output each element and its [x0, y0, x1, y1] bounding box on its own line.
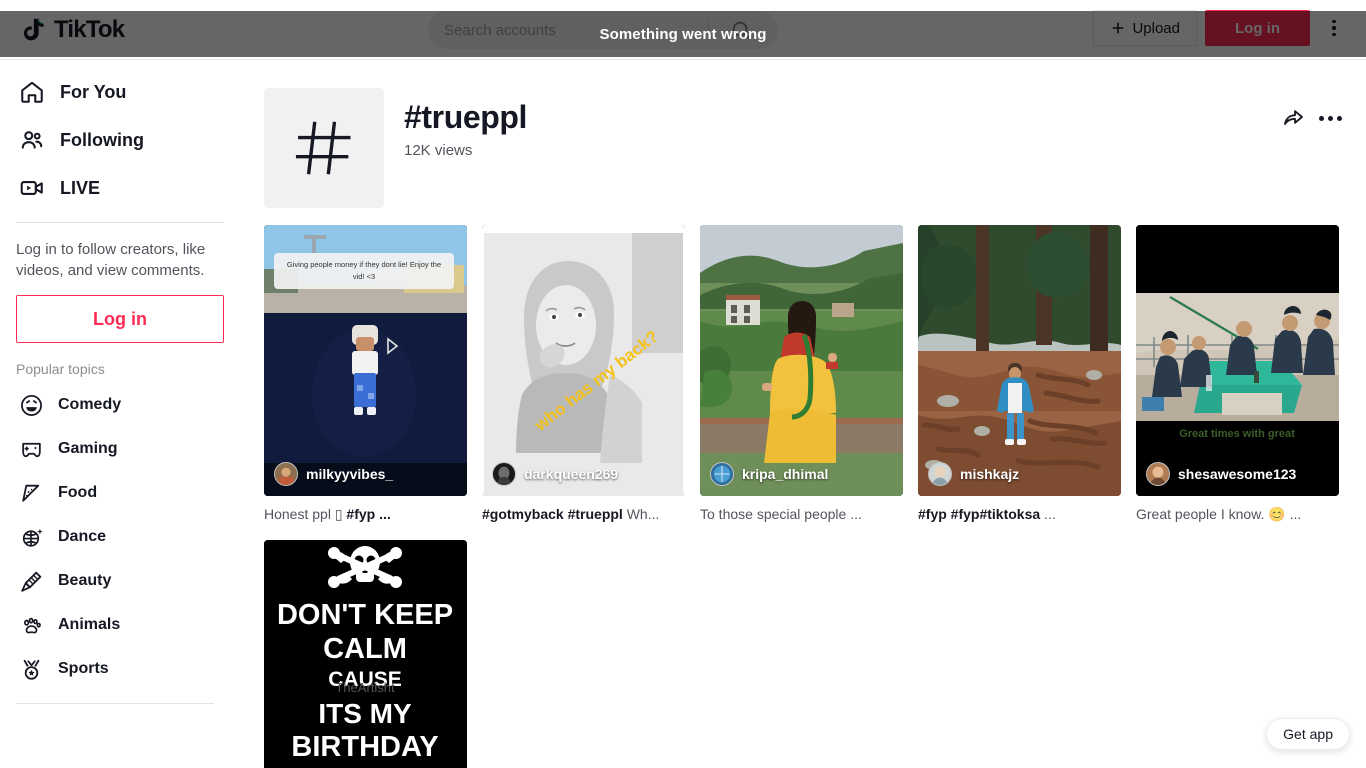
- disco-ball-icon: [16, 522, 46, 552]
- toast-message: Something went wrong: [599, 25, 767, 43]
- sidebar-item-following[interactable]: Following: [16, 116, 232, 164]
- author-name: kripa_dhimal: [742, 466, 829, 482]
- caption-plain: Great people I know. 😊 ...: [1136, 506, 1302, 522]
- live-video-icon: [16, 172, 48, 204]
- gamepad-icon: [16, 434, 46, 464]
- topic-label: Animals: [58, 616, 121, 633]
- svg-text:TheArtisht: TheArtisht: [335, 680, 395, 695]
- video-author[interactable]: milkyyvibes_: [274, 462, 393, 486]
- avatar: [710, 462, 734, 486]
- hashtag-avatar: [264, 88, 384, 208]
- author-name: darkqueen269: [524, 466, 619, 482]
- author-name: shesawesome123: [1178, 466, 1297, 482]
- hash-icon: [295, 121, 351, 175]
- svg-text:Great times with great: Great times with great: [1179, 428, 1295, 440]
- video-author[interactable]: shesawesome123: [1146, 462, 1296, 486]
- pizza-icon: [16, 478, 46, 508]
- main-content: #trueppl 12K views Giving people money i…: [240, 60, 1366, 768]
- sidebar-topic-comedy[interactable]: Comedy: [16, 383, 232, 427]
- brush-icon: [16, 566, 46, 596]
- avatar: [928, 462, 952, 486]
- svg-text:ITS MY: ITS MY: [318, 698, 412, 729]
- sidebar-label: Following: [60, 129, 144, 150]
- video-grid: Giving people money if they dont lie! En…: [264, 225, 1342, 768]
- sidebar-label: LIVE: [60, 177, 101, 198]
- author-name: mishkajz: [960, 466, 1020, 482]
- video-author[interactable]: kripa_dhimal: [710, 462, 828, 486]
- video-card[interactable]: DON'T KEEP CALM CAUSE TheArtisht ITS MY …: [264, 540, 467, 768]
- video-thumbnail[interactable]: who has my back? darkqueen269: [482, 225, 685, 496]
- caption-plain: Wh...: [622, 506, 660, 522]
- topic-label: Gaming: [58, 440, 118, 457]
- sidebar-topic-food[interactable]: Food: [16, 471, 232, 515]
- hashtag-info: #trueppl 12K views: [404, 88, 1001, 159]
- video-thumbnail[interactable]: DON'T KEEP CALM CAUSE TheArtisht ITS MY …: [264, 540, 467, 768]
- sidebar-topic-animals[interactable]: Animals: [16, 603, 232, 647]
- video-caption: Great people I know. 😊 ...: [1136, 504, 1339, 524]
- get-app-button[interactable]: Get app: [1266, 718, 1350, 750]
- sidebar-label: For You: [60, 81, 127, 102]
- topic-label: Dance: [58, 528, 107, 545]
- hashtag-more-icon[interactable]: [1319, 115, 1342, 121]
- video-author[interactable]: mishkajz: [928, 462, 1019, 486]
- video-thumbnail[interactable]: mishkajz: [918, 225, 1121, 496]
- svg-text:DON'T KEEP: DON'T KEEP: [277, 599, 453, 631]
- video-card[interactable]: mishkajz #fyp #fyp#tiktoksa ...: [918, 225, 1121, 524]
- video-card[interactable]: kripa_dhimal To those special people ...: [700, 225, 903, 524]
- hashtag-header: #trueppl 12K views: [264, 88, 1342, 208]
- video-caption: #fyp #fyp#tiktoksa ...: [918, 504, 1121, 524]
- video-card[interactable]: Great times with great shesawesome123 Gr…: [1136, 225, 1339, 524]
- topic-label: Food: [58, 484, 98, 501]
- svg-text:Giving people money if they do: Giving people money if they dont lie! En…: [287, 260, 441, 269]
- login-prompt-text: Log in to follow creators, like videos, …: [16, 241, 206, 279]
- topic-label: Comedy: [58, 396, 122, 413]
- topic-label: Beauty: [58, 572, 112, 589]
- svg-text:CALM: CALM: [323, 633, 407, 665]
- avatar: [492, 462, 516, 486]
- popular-topics-title: Popular topics: [16, 361, 105, 377]
- sidebar-login-button[interactable]: Log in: [16, 295, 224, 343]
- video-thumbnail[interactable]: Great times with great shesawesome123: [1136, 225, 1339, 496]
- sidebar-topic-beauty[interactable]: Beauty: [16, 559, 232, 603]
- topic-label: Sports: [58, 660, 109, 677]
- video-caption: Honest ppl ▯ #fyp ...: [264, 504, 467, 524]
- caption-hashtags: #fyp #fyp#tiktoksa: [918, 506, 1041, 522]
- sidebar-topic-dance[interactable]: Dance: [16, 515, 232, 559]
- sidebar-item-live[interactable]: LIVE: [16, 164, 232, 212]
- avatar: [1146, 462, 1170, 486]
- hashtag-actions: [1281, 88, 1342, 130]
- video-thumbnail[interactable]: kripa_dhimal: [700, 225, 903, 496]
- sidebar-divider-2: [16, 703, 214, 704]
- home-icon: [16, 76, 48, 108]
- share-icon[interactable]: [1281, 106, 1305, 130]
- people-icon: [16, 124, 48, 156]
- caption-hashtags: #fyp ...: [346, 506, 391, 522]
- video-caption: To those special people ...: [700, 504, 903, 524]
- sidebar-topic-gaming[interactable]: Gaming: [16, 427, 232, 471]
- caption-plain: To those special people ...: [700, 506, 862, 522]
- page-title: #trueppl: [404, 99, 528, 135]
- video-thumbnail[interactable]: Giving people money if they dont lie! En…: [264, 225, 467, 496]
- sidebar-item-for-you[interactable]: For You: [16, 68, 232, 116]
- paw-icon: [16, 610, 46, 640]
- author-name: milkyyvibes_: [306, 466, 394, 482]
- svg-text:BIRTHDAY: BIRTHDAY: [291, 731, 438, 763]
- video-card[interactable]: who has my back? darkqueen269 #gotmyback…: [482, 225, 685, 524]
- caption-hashtags: #gotmyback #trueppl: [482, 506, 623, 522]
- medal-icon: [16, 654, 46, 684]
- error-toast-overlay: Something went wrong: [0, 11, 1366, 57]
- caption-plain: ...: [1040, 506, 1056, 522]
- video-author[interactable]: darkqueen269: [492, 462, 618, 486]
- svg-text:vid! <3: vid! <3: [353, 272, 375, 281]
- avatar: [274, 462, 298, 486]
- video-card[interactable]: Giving people money if they dont lie! En…: [264, 225, 467, 524]
- video-caption: #gotmyback #trueppl Wh...: [482, 504, 685, 524]
- sidebar-topic-sports[interactable]: Sports: [16, 647, 232, 691]
- smiley-icon: [16, 390, 46, 420]
- caption-plain: Honest ppl ▯: [264, 506, 347, 522]
- left-sidebar: For You Following LIVE Log in to follow …: [0, 60, 240, 768]
- view-count: 12K views: [404, 142, 473, 159]
